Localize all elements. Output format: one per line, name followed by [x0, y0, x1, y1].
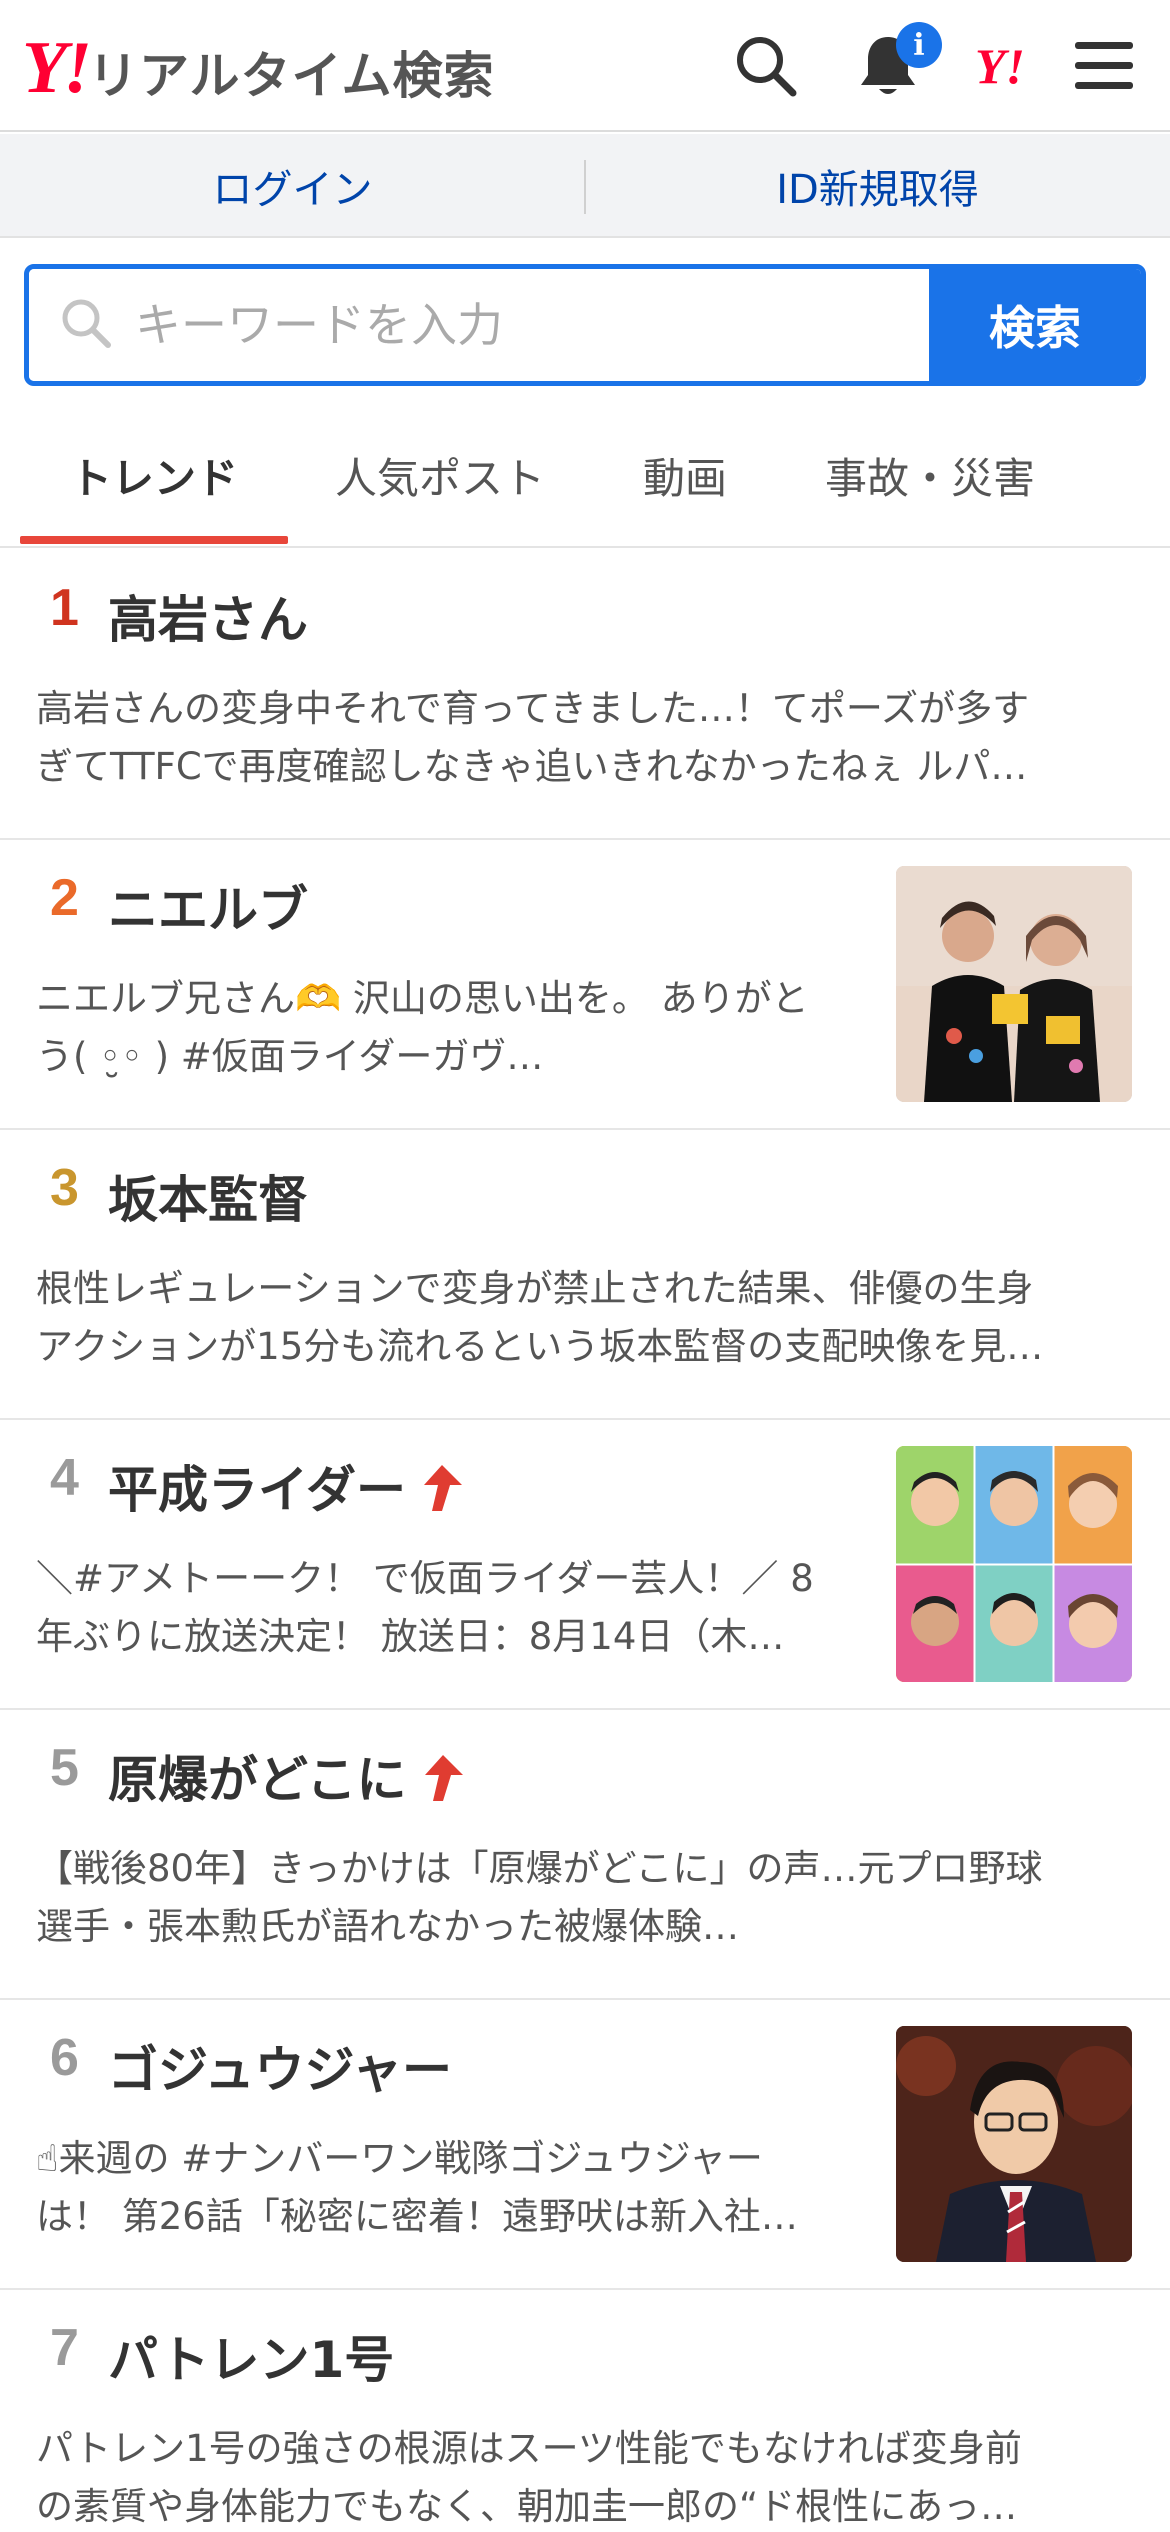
- tab-trend[interactable]: トレンド: [20, 402, 288, 548]
- login-link[interactable]: ログイン: [0, 134, 585, 238]
- trend-description-line: ＼#アメトーーク！ で仮面ライダー芸人！／ 8: [36, 1557, 814, 1600]
- logo-text: リアルタイム検索: [88, 47, 495, 105]
- trend-description-line: アクションが15分も流れるという坂本監督の支配映像を見…: [36, 1325, 1044, 1368]
- search-input-wrap: [29, 269, 929, 381]
- trend-item[interactable]: 2 ニエルブ ニエルブ兄さん🫶 沢山の思い出を。 ありがと う( ◦̮◦ ) #…: [0, 840, 1170, 1130]
- yahoo-realtime-logo[interactable]: Y! リアルタイム検索: [22, 28, 495, 108]
- logo-mark: Y!: [22, 27, 92, 109]
- yahoo-japan-icon[interactable]: Y!: [962, 28, 1038, 104]
- trend-rank: 5: [50, 1739, 79, 1797]
- trend-rank: 3: [50, 1159, 79, 1217]
- tab-popular-posts[interactable]: 人気ポスト: [310, 402, 570, 548]
- trend-rank: 6: [50, 2029, 79, 2087]
- trend-description: 【戦後80年】きっかけは「原爆がどこに」の声…元プロ野球 選手・張本勲氏が語れな…: [36, 1840, 1136, 1956]
- trend-description-line: 根性レギュレーションで変身が禁止された結果、俳優の生身: [36, 1267, 1034, 1310]
- trend-description: パトレン1号の強さの根源はスーツ性能でもなければ変身前 の素質や身体能力でもなく…: [36, 2420, 1136, 2532]
- trend-description-line: 年ぶりに放送決定！ 放送日：8月14日（木…: [36, 1615, 785, 1658]
- trend-item[interactable]: 4 平成ライダー ＼#アメトーーク！ で仮面ライダー芸人！／ 8 年ぶりに放送決…: [0, 1420, 1170, 1710]
- search-field-icon: [59, 296, 113, 354]
- trend-rank: 7: [50, 2319, 79, 2377]
- rising-arrow-icon: [420, 1463, 464, 1525]
- trend-description-line: の素質や身体能力でもなく、朝加圭一郎の“ド根性にあっ…: [36, 2485, 1018, 2528]
- register-id-link[interactable]: ID新規取得: [585, 134, 1170, 238]
- trend-item[interactable]: 1 高岩さん 高岩さんの変身中それで育ってきました…！てポーズが多す ぎてTTF…: [0, 550, 1170, 840]
- trend-description-line: う( ◦̮◦ ) #仮面ライダーガヴ…: [36, 1035, 544, 1078]
- trend-title-wrap: 原爆がどこに: [108, 1740, 465, 1815]
- trend-rank: 2: [50, 869, 79, 927]
- trend-item[interactable]: 5 原爆がどこに 【戦後80年】きっかけは「原爆がどこに」の声…元プロ野球 選手…: [0, 1710, 1170, 2000]
- bell-icon[interactable]: i: [850, 22, 942, 104]
- trend-description: ☝来週の #ナンバーワン戦隊ゴジュウジャー は！ 第26話「秘密に密着！遠野吠は…: [36, 2130, 876, 2246]
- trend-description-line: は！ 第26話「秘密に密着！遠野吠は新入社…: [36, 2195, 798, 2238]
- trend-thumbnail[interactable]: [896, 1446, 1132, 1682]
- tab-bar: トレンド 人気ポスト 動画 事故・災害: [0, 402, 1170, 548]
- trend-description: ＼#アメトーーク！ で仮面ライダー芸人！／ 8 年ぶりに放送決定！ 放送日：8月…: [36, 1550, 876, 1666]
- trend-item[interactable]: 3 坂本監督 根性レギュレーションで変身が禁止された結果、俳優の生身 アクション…: [0, 1130, 1170, 1420]
- trend-description-line: ぎてTTFCで再度確認しなきゃ追いきれなかったねぇ ルパ…: [36, 745, 1028, 788]
- app-header: Y! リアルタイム検索 i Y!: [0, 0, 1170, 132]
- notification-badge: i: [896, 22, 942, 68]
- search-button[interactable]: 検索: [929, 269, 1141, 381]
- trend-description: ニエルブ兄さん🫶 沢山の思い出を。 ありがと う( ◦̮◦ ) #仮面ライダーガ…: [36, 970, 866, 1086]
- trend-title: ゴジュウジャー: [108, 2041, 452, 2099]
- trend-description-line: 高岩さんの変身中それで育ってきました…！てポーズが多す: [36, 687, 1030, 730]
- trend-title: パトレン1号: [108, 2331, 395, 2389]
- trend-item[interactable]: 6 ゴジュウジャー ☝来週の #ナンバーワン戦隊ゴジュウジャー は！ 第26話「…: [0, 2000, 1170, 2290]
- login-bar: ログイン ID新規取得: [0, 134, 1170, 238]
- trend-title-wrap: 平成ライダー: [108, 1450, 464, 1525]
- search-icon[interactable]: [728, 28, 804, 104]
- trend-description: 高岩さんの変身中それで育ってきました…！てポーズが多す ぎてTTFCで再度確認し…: [36, 680, 1136, 796]
- trend-title: 原爆がどこに: [108, 1751, 407, 1809]
- trend-item[interactable]: 7 パトレン1号 パトレン1号の強さの根源はスーツ性能でもなければ変身前 の素質…: [0, 2290, 1170, 2532]
- trend-thumbnail[interactable]: [896, 866, 1132, 1102]
- trend-description-line: ☝来週の #ナンバーワン戦隊ゴジュウジャー: [36, 2137, 763, 2180]
- trend-rank: 1: [50, 579, 79, 637]
- trend-title: ニエルブ: [108, 881, 308, 939]
- trend-description-line: ニエルブ兄さん🫶 沢山の思い出を。 ありがと: [36, 977, 809, 1020]
- trend-rank: 4: [50, 1449, 79, 1507]
- active-tab-indicator: [20, 536, 288, 544]
- trend-description: 根性レギュレーションで変身が禁止された結果、俳優の生身 アクションが15分も流れ…: [36, 1260, 1136, 1376]
- trend-title: 高岩さん: [108, 591, 308, 649]
- trend-title: 平成ライダー: [108, 1461, 406, 1519]
- tab-accidents-disasters[interactable]: 事故・災害: [800, 402, 1060, 548]
- trend-thumbnail[interactable]: [896, 2026, 1132, 2262]
- search-form: 検索: [24, 264, 1146, 386]
- rising-arrow-icon: [421, 1753, 465, 1815]
- trend-title: 坂本監督: [108, 1171, 308, 1229]
- search-input[interactable]: [135, 298, 895, 352]
- trend-description-line: パトレン1号の強さの根源はスーツ性能でもなければ変身前: [36, 2427, 1022, 2470]
- tab-videos[interactable]: 動画: [590, 402, 780, 548]
- hamburger-menu-icon[interactable]: [1066, 28, 1142, 104]
- trend-description-line: 選手・張本勲氏が語れなかった被爆体験…: [36, 1905, 739, 1948]
- trend-description-line: 【戦後80年】きっかけは「原爆がどこに」の声…元プロ野球: [36, 1847, 1043, 1890]
